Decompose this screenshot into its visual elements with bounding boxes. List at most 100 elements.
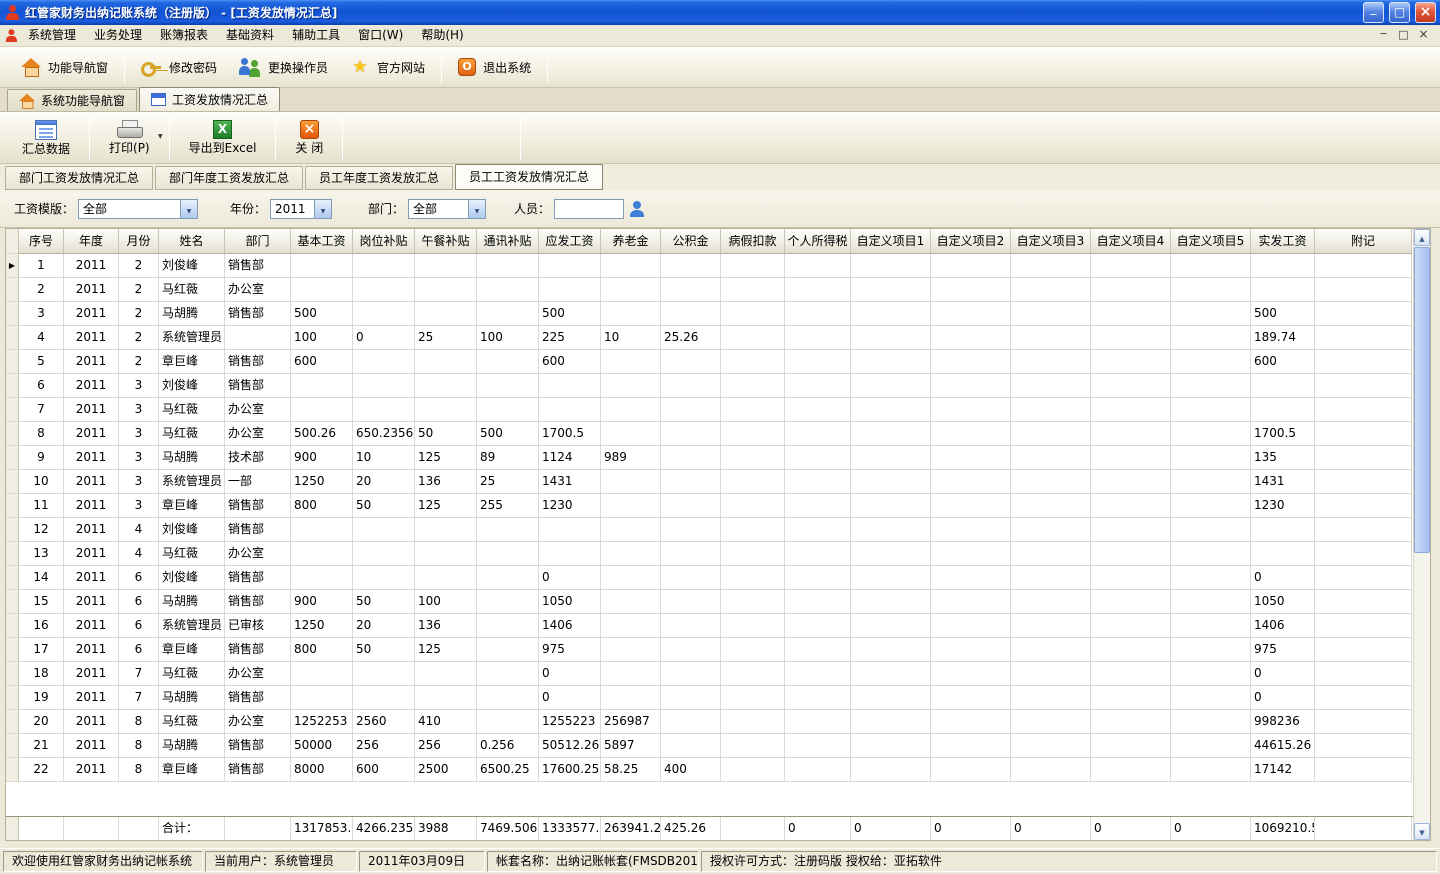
menu-item-2[interactable]: 业务处理 xyxy=(85,25,151,46)
table-row[interactable]: 1920117马胡腾销售部00 xyxy=(6,686,1413,710)
close-view-button[interactable]: 关 闭 xyxy=(281,114,337,162)
column-header-20[interactable]: 实发工资 xyxy=(1251,229,1315,254)
export-excel-button[interactable]: 导出到Excel xyxy=(175,114,271,162)
doc-tab-2[interactable]: 工资发放情况汇总 xyxy=(139,87,280,111)
column-header-15[interactable]: 自定义项目1 xyxy=(851,229,931,254)
column-header-11[interactable]: 养老金 xyxy=(601,229,661,254)
column-header-10[interactable]: 应发工资 xyxy=(539,229,601,254)
row-selector[interactable] xyxy=(6,302,19,326)
report-tab-2[interactable]: 部门年度工资发放汇总 xyxy=(155,166,303,190)
doc-tab-1[interactable]: 系统功能导航窗 xyxy=(7,89,137,111)
mdi-minimize-button[interactable] xyxy=(1375,28,1392,43)
minimize-button[interactable] xyxy=(1363,2,1384,23)
menu-item-5[interactable]: 辅助工具 xyxy=(283,25,349,46)
template-filter-combo[interactable]: 全部 xyxy=(78,199,198,219)
column-header-19[interactable]: 自定义项目5 xyxy=(1171,229,1251,254)
dept-filter-combo[interactable]: 全部 xyxy=(408,199,486,219)
column-header-16[interactable]: 自定义项目2 xyxy=(931,229,1011,254)
row-selector[interactable] xyxy=(6,542,19,566)
column-header-8[interactable]: 午餐补贴 xyxy=(415,229,477,254)
table-row[interactable]: 2120118马胡腾销售部500002562560.25650512.26589… xyxy=(6,734,1413,758)
row-selector[interactable] xyxy=(6,278,19,302)
table-row[interactable]: 620113刘俊峰销售部 xyxy=(6,374,1413,398)
row-selector[interactable] xyxy=(6,686,19,710)
person-input[interactable] xyxy=(554,199,624,219)
table-row[interactable]: 220112马红薇办公室 xyxy=(6,278,1413,302)
row-selector[interactable] xyxy=(6,254,19,278)
column-header-3[interactable]: 月份 xyxy=(119,229,159,254)
row-selector[interactable] xyxy=(6,614,19,638)
menu-item-7[interactable]: 帮助(H) xyxy=(412,25,472,46)
row-selector[interactable] xyxy=(6,470,19,494)
report-tab-1[interactable]: 部门工资发放情况汇总 xyxy=(5,166,153,190)
restore-button[interactable] xyxy=(1389,2,1410,23)
table-row[interactable]: 720113马红薇办公室 xyxy=(6,398,1413,422)
menu-item-3[interactable]: 账簿报表 xyxy=(151,25,217,46)
chevron-down-icon[interactable] xyxy=(314,200,331,218)
column-header-18[interactable]: 自定义项目4 xyxy=(1091,229,1171,254)
row-selector[interactable] xyxy=(6,638,19,662)
row-selector[interactable] xyxy=(6,494,19,518)
change-password-button[interactable]: 修改密码 xyxy=(130,51,228,83)
row-selector[interactable] xyxy=(6,350,19,374)
table-row[interactable]: 1820117马红薇办公室00 xyxy=(6,662,1413,686)
mdi-restore-button[interactable] xyxy=(1395,28,1412,43)
column-header-2[interactable]: 年度 xyxy=(64,229,119,254)
nav-window-button[interactable]: 功能导航窗 xyxy=(10,51,119,83)
switch-operator-button[interactable]: 更换操作员 xyxy=(228,51,339,83)
chevron-down-icon[interactable] xyxy=(180,200,197,218)
row-selector[interactable] xyxy=(6,326,19,350)
row-selector[interactable] xyxy=(6,518,19,542)
table-row[interactable]: 1720116章巨峰销售部80050125975975 xyxy=(6,638,1413,662)
report-tab-3[interactable]: 员工年度工资发放汇总 xyxy=(305,166,453,190)
official-site-button[interactable]: 官方网站 xyxy=(339,51,436,83)
table-row[interactable]: 1520116马胡腾销售部9005010010501050 xyxy=(6,590,1413,614)
column-header-6[interactable]: 基本工资 xyxy=(291,229,353,254)
table-row[interactable]: 420112系统管理员1000251002251025.26189.74 xyxy=(6,326,1413,350)
exit-system-button[interactable]: 退出系统 xyxy=(447,51,542,83)
column-header-7[interactable]: 岗位补贴 xyxy=(353,229,415,254)
mdi-close-button[interactable] xyxy=(1415,28,1432,43)
column-header-13[interactable]: 病假扣款 xyxy=(721,229,785,254)
table-row[interactable]: 1220114刘俊峰销售部 xyxy=(6,518,1413,542)
chevron-down-icon[interactable] xyxy=(468,200,485,218)
column-header-17[interactable]: 自定义项目3 xyxy=(1011,229,1091,254)
vertical-scrollbar[interactable] xyxy=(1413,229,1430,840)
row-selector[interactable] xyxy=(6,758,19,782)
scrollbar-thumb[interactable] xyxy=(1414,247,1430,553)
table-row[interactable]: 2220118章巨峰销售部800060025006500.2517600.255… xyxy=(6,758,1413,782)
table-row[interactable]: 1120113章巨峰销售部8005012525512301230 xyxy=(6,494,1413,518)
table-row[interactable]: 120112刘俊峰销售部 xyxy=(6,254,1413,278)
column-header-4[interactable]: 姓名 xyxy=(159,229,225,254)
column-header-21[interactable]: 附记 xyxy=(1315,229,1412,254)
table-row[interactable]: 1020113系统管理员一部1250201362514311431 xyxy=(6,470,1413,494)
column-header-5[interactable]: 部门 xyxy=(225,229,291,254)
row-selector[interactable] xyxy=(6,422,19,446)
menu-item-4[interactable]: 基础资料 xyxy=(217,25,283,46)
print-button[interactable]: 打印(P) xyxy=(95,114,164,162)
table-row[interactable]: 520112章巨峰销售部600600600 xyxy=(6,350,1413,374)
table-row[interactable]: 1620116系统管理员已审核12502013614061406 xyxy=(6,614,1413,638)
table-row[interactable]: 1320114马红薇办公室 xyxy=(6,542,1413,566)
scroll-up-icon[interactable] xyxy=(1414,229,1430,246)
row-selector[interactable] xyxy=(6,590,19,614)
year-filter-combo[interactable]: 2011 xyxy=(270,199,332,219)
table-row[interactable]: 320112马胡腾销售部500500500 xyxy=(6,302,1413,326)
table-row[interactable]: 820113马红薇办公室500.26650.2356505001700.5170… xyxy=(6,422,1413,446)
table-row[interactable]: 1420116刘俊峰销售部00 xyxy=(6,566,1413,590)
row-selector[interactable] xyxy=(6,374,19,398)
row-selector[interactable] xyxy=(6,734,19,758)
close-button[interactable] xyxy=(1415,2,1436,23)
person-lookup-icon[interactable] xyxy=(629,201,645,217)
column-header-12[interactable]: 公积金 xyxy=(661,229,721,254)
row-selector[interactable] xyxy=(6,566,19,590)
table-row[interactable]: 2020118马红薇办公室125225325604101255223256987… xyxy=(6,710,1413,734)
row-selector[interactable] xyxy=(6,398,19,422)
column-header-14[interactable]: 个人所得税 xyxy=(785,229,851,254)
menu-item-6[interactable]: 窗口(W) xyxy=(349,25,412,46)
summarize-data-button[interactable]: 汇总数据 xyxy=(8,114,84,162)
row-selector[interactable] xyxy=(6,710,19,734)
row-selector[interactable] xyxy=(6,662,19,686)
column-header-9[interactable]: 通讯补贴 xyxy=(477,229,539,254)
report-tab-4[interactable]: 员工工资发放情况汇总 xyxy=(455,164,603,190)
